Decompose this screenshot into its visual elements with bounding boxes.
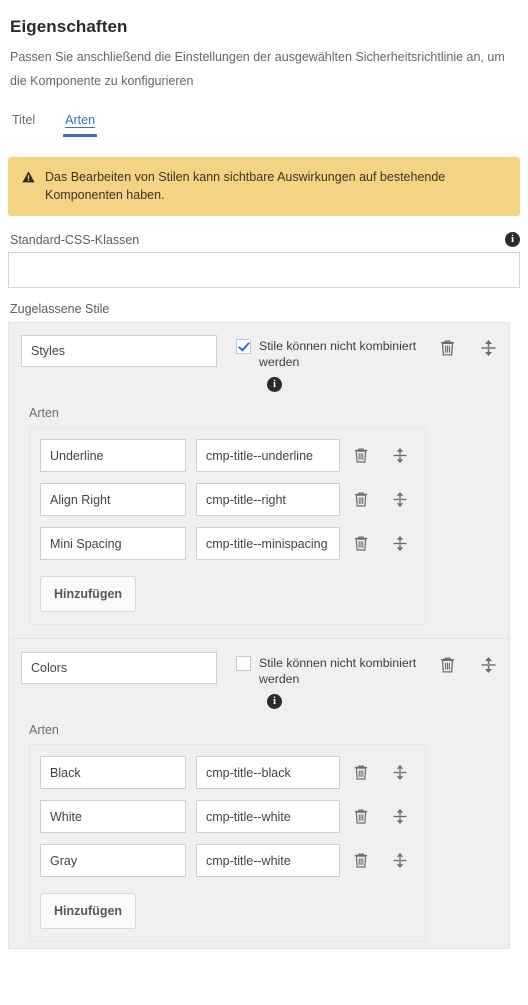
style-group-name-input[interactable]	[21, 652, 217, 684]
style-name-input[interactable]	[40, 800, 186, 833]
style-class-input[interactable]	[196, 756, 340, 789]
trash-icon[interactable]	[353, 447, 369, 464]
styles-list-panel: Hinzufügen	[29, 744, 426, 942]
move-vertical-icon[interactable]	[480, 656, 497, 674]
style-name-input[interactable]	[40, 527, 186, 560]
style-name-input[interactable]	[40, 844, 186, 877]
style-class-input[interactable]	[196, 483, 340, 516]
default-css-classes-input[interactable]	[8, 252, 520, 288]
style-group-panel: Stile können nicht kombiniert werden i	[8, 322, 510, 949]
style-class-input[interactable]	[196, 800, 340, 833]
combine-checkbox-wrap: Stile können nicht kombiniert werden i	[236, 335, 425, 392]
trash-icon[interactable]	[353, 535, 369, 552]
page-title: Eigenschaften	[10, 17, 128, 36]
style-class-input[interactable]	[196, 527, 340, 560]
warning-text: Das Bearbeiten von Stilen kann sichtbare…	[45, 170, 446, 202]
default-css-label: Standard-CSS-Klassen	[10, 232, 140, 247]
combine-checkbox-wrap: Stile können nicht kombiniert werden i	[236, 652, 425, 709]
combine-styles-checkbox[interactable]	[236, 339, 251, 354]
combine-styles-label: Stile können nicht kombiniert werden	[259, 656, 417, 686]
move-vertical-icon[interactable]	[392, 447, 408, 464]
style-row	[40, 527, 415, 560]
allowed-styles-label: Zugelassene Stile	[10, 302, 110, 316]
style-row	[40, 483, 415, 516]
style-group-header: Stile können nicht kombiniert werden i	[21, 652, 497, 709]
style-row	[40, 439, 415, 472]
trash-icon[interactable]	[439, 656, 456, 674]
tab-bar: Titel Arten	[10, 107, 520, 137]
move-vertical-icon[interactable]	[392, 764, 408, 781]
style-row-actions	[353, 491, 408, 508]
trash-icon[interactable]	[439, 339, 456, 357]
style-row	[40, 800, 415, 833]
style-row	[40, 844, 415, 877]
style-class-input[interactable]	[196, 844, 340, 877]
style-name-input[interactable]	[40, 439, 186, 472]
move-vertical-icon[interactable]	[392, 852, 408, 869]
styles-list-label: Arten	[29, 406, 59, 420]
style-group-name-input[interactable]	[21, 335, 217, 367]
move-vertical-icon[interactable]	[392, 808, 408, 825]
combine-styles-checkbox[interactable]	[236, 656, 251, 671]
info-icon[interactable]: i	[505, 232, 520, 247]
trash-icon[interactable]	[353, 808, 369, 825]
add-style-button[interactable]: Hinzufügen	[40, 576, 137, 612]
styles-list-label: Arten	[29, 723, 59, 737]
style-row	[40, 756, 415, 789]
style-name-input[interactable]	[40, 483, 186, 516]
styles-list-panel: Hinzufügen	[29, 427, 426, 625]
move-vertical-icon[interactable]	[392, 491, 408, 508]
style-name-input[interactable]	[40, 756, 186, 789]
trash-icon[interactable]	[353, 491, 369, 508]
move-vertical-icon[interactable]	[480, 339, 497, 357]
default-css-label-row: Standard-CSS-Klassen i	[10, 232, 520, 247]
style-group-actions	[439, 652, 497, 674]
style-row-actions	[353, 447, 408, 464]
info-icon[interactable]: i	[267, 377, 282, 392]
style-row-actions	[353, 852, 408, 869]
add-style-button[interactable]: Hinzufügen	[40, 893, 137, 929]
trash-icon[interactable]	[353, 852, 369, 869]
style-class-input[interactable]	[196, 439, 340, 472]
combine-styles-label: Stile können nicht kombiniert werden	[259, 339, 417, 369]
tab-arten[interactable]: Arten	[63, 113, 97, 137]
trash-icon[interactable]	[353, 764, 369, 781]
style-group-header: Stile können nicht kombiniert werden i	[21, 335, 497, 392]
move-vertical-icon[interactable]	[392, 535, 408, 552]
style-row-actions	[353, 535, 408, 552]
style-group-actions	[439, 335, 497, 357]
warning-banner: Das Bearbeiten von Stilen kann sichtbare…	[8, 157, 520, 216]
style-row-actions	[353, 764, 408, 781]
tab-titel[interactable]: Titel	[10, 113, 37, 133]
properties-dialog: Eigenschaften Passen Sie anschließend di…	[0, 0, 528, 1005]
style-row-actions	[353, 808, 408, 825]
page-description: Passen Sie anschließend die Einstellunge…	[10, 50, 505, 88]
warning-triangle-icon	[22, 170, 35, 188]
info-icon[interactable]: i	[267, 694, 282, 709]
